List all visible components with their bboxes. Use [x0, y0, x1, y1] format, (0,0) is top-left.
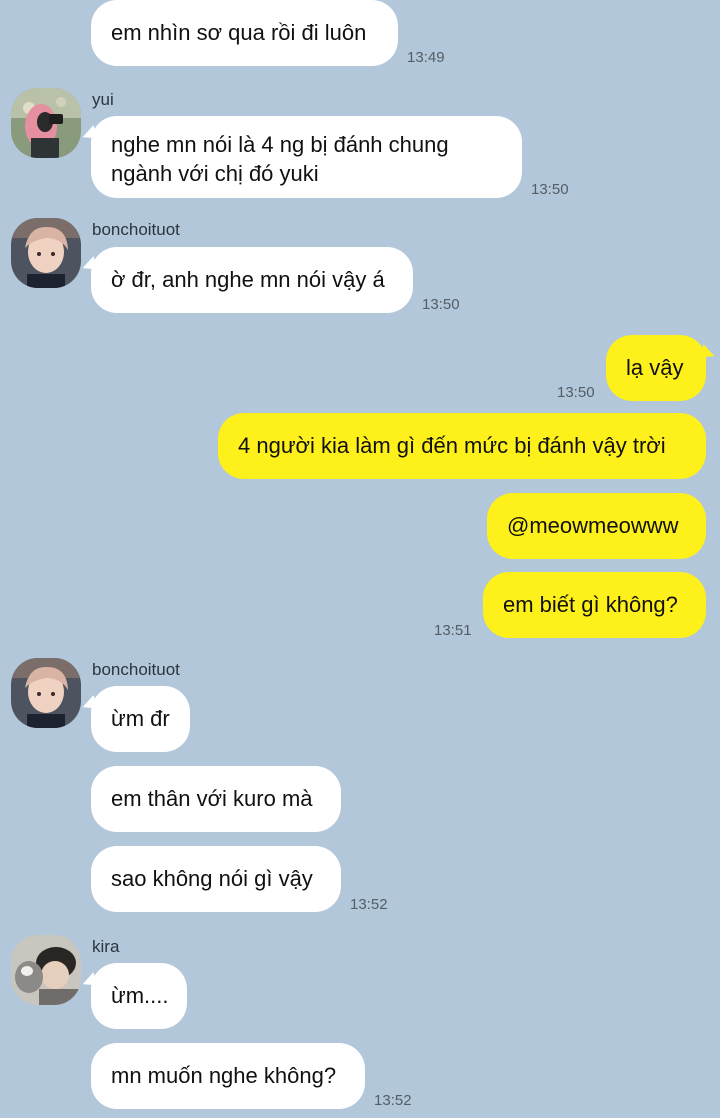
message-timestamp: 13:50 — [422, 296, 460, 313]
message-timestamp: 13:51 — [434, 622, 472, 639]
message-text: mn muốn nghe không? — [111, 1063, 337, 1088]
message-text-line: ngành với chị đó yuki — [111, 161, 319, 186]
sender-name: kira — [92, 937, 120, 956]
message-text: 4 người kia làm gì đến mức bị đánh vậy t… — [238, 433, 666, 458]
message-bubble-incoming[interactable]: ừm.... — [91, 963, 187, 1029]
message-text: em thân với kuro mà — [111, 786, 313, 811]
avatar-bonchoituot[interactable] — [11, 658, 81, 728]
message-bubble-incoming[interactable]: ờ đr, anh nghe mn nói vậy á — [91, 247, 413, 313]
message-timestamp: 13:52 — [374, 1092, 412, 1109]
message-timestamp: 13:50 — [557, 384, 595, 401]
message-text: ừm đr — [111, 706, 170, 731]
message-bubble-outgoing[interactable]: em biết gì không? — [483, 572, 706, 638]
message-text: sao không nói gì vậy — [111, 866, 313, 891]
message-text-line: nghe mn nói là 4 ng bị đánh chung — [111, 132, 449, 157]
message-mention[interactable]: @meowmeowww — [507, 513, 678, 538]
avatar-bonchoituot[interactable] — [11, 218, 81, 288]
message-text: em biết gì không? — [503, 592, 678, 617]
message-text: ừm.... — [111, 983, 169, 1008]
avatar-image — [11, 658, 81, 728]
message-bubble-outgoing[interactable]: 4 người kia làm gì đến mức bị đánh vậy t… — [218, 413, 706, 479]
avatar-kira[interactable] — [11, 935, 81, 1005]
sender-name: bonchoituot — [92, 660, 180, 679]
message-bubble-incoming[interactable]: em thân với kuro mà — [91, 766, 341, 832]
message-bubble-incoming[interactable]: nghe mn nói là 4 ng bị đánh chung ngành … — [91, 116, 522, 198]
message-bubble-incoming[interactable]: em nhìn sơ qua rồi đi luôn — [91, 0, 398, 66]
message-timestamp: 13:50 — [531, 181, 569, 198]
avatar-image — [11, 935, 81, 1005]
message-text: lạ vậy — [626, 355, 684, 380]
message-timestamp: 13:52 — [350, 896, 388, 913]
message-timestamp: 13:49 — [407, 49, 445, 66]
message-bubble-outgoing[interactable]: lạ vậy — [606, 335, 706, 401]
message-bubble-incoming[interactable]: sao không nói gì vậy — [91, 846, 341, 912]
message-text: em nhìn sơ qua rồi đi luôn — [111, 20, 367, 45]
message-bubble-incoming[interactable]: ừm đr — [91, 686, 190, 752]
avatar-yui[interactable] — [11, 88, 81, 158]
message-bubble-outgoing[interactable]: @meowmeowww — [487, 493, 706, 559]
avatar-image — [11, 88, 81, 158]
message-text: ờ đr, anh nghe mn nói vậy á — [111, 267, 385, 292]
sender-name: bonchoituot — [92, 220, 180, 239]
sender-name: yui — [92, 90, 114, 109]
message-bubble-incoming[interactable]: mn muốn nghe không? — [91, 1043, 365, 1109]
avatar-image — [11, 218, 81, 288]
